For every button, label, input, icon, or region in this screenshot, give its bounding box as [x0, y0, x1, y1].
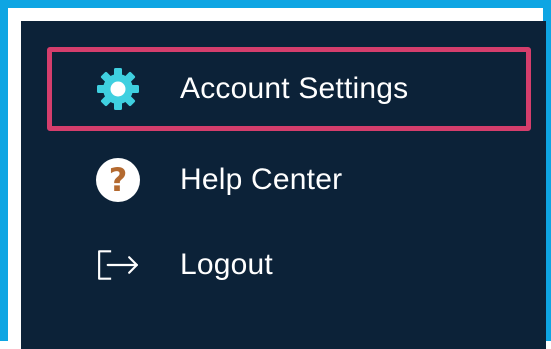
- menu-item-account-settings[interactable]: Account Settings: [47, 47, 531, 131]
- menu-item-help-center[interactable]: ? Help Center: [47, 138, 531, 222]
- svg-text:?: ?: [109, 161, 128, 199]
- logout-icon: [94, 241, 142, 289]
- menu-item-label: Help Center: [180, 163, 343, 196]
- menu-item-label: Logout: [180, 248, 273, 281]
- dropdown-menu: Account Settings ? Help Center Logout: [21, 21, 546, 349]
- screenshot-frame: Account Settings ? Help Center Logout: [0, 0, 551, 349]
- menu-item-logout[interactable]: Logout: [47, 223, 531, 307]
- menu-item-label: Account Settings: [180, 72, 409, 105]
- gear-icon: [94, 65, 142, 113]
- help-circle-icon: ?: [94, 156, 142, 204]
